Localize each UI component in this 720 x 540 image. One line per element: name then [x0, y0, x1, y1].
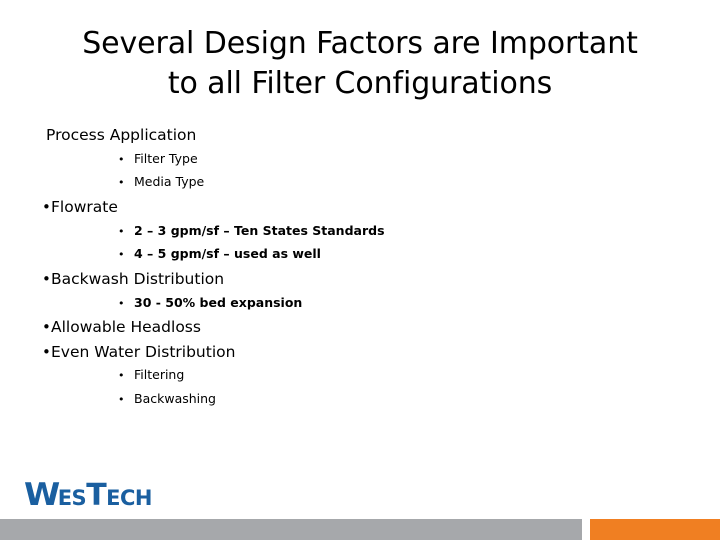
footer-bar-gray [0, 519, 582, 540]
list-item: • 30 - 50% bed expansion [36, 294, 676, 311]
list-item-label: 4 – 5 gpm/sf – used as well [134, 246, 321, 262]
logo-letters-es: ES [57, 486, 87, 510]
list-item: • Media Type [36, 176, 676, 190]
list-item: • 2 – 3 gpm/sf – Ten States Standards [36, 222, 676, 239]
page-title-line-2: to all Filter Configurations [167, 65, 553, 101]
list-item-label: Filtering [134, 367, 185, 383]
bullet-icon: • [118, 369, 125, 383]
list-item: • Even Water Distribution [36, 342, 676, 361]
list-item-label: Backwashing [134, 391, 216, 406]
list-item-label: Even Water Distribution [51, 342, 236, 361]
list-item: • Backwashing [36, 391, 676, 407]
list-item: • Allowable Headloss [36, 320, 676, 336]
bullet-icon: • [42, 270, 51, 288]
list-item: • 4 – 5 gpm/sf – used as well [36, 248, 676, 262]
list-item: • Backwash Distribution [36, 270, 676, 288]
list-item: Process Application [36, 126, 676, 144]
logo-letter-t: T [86, 478, 107, 513]
bullet-icon: • [118, 296, 125, 310]
bullet-icon: • [118, 248, 125, 262]
bullet-icon: • [42, 342, 51, 361]
list-item: • Flowrate [36, 198, 676, 216]
list-item-label: Backwash Distribution [51, 270, 225, 288]
list-item-label: 30 - 50% bed expansion [134, 294, 303, 310]
page-title-line-1: Several Design Factors are Important [82, 26, 638, 61]
bullet-icon: • [118, 152, 125, 166]
bullet-icon: • [42, 198, 51, 216]
list-item-label: Flowrate [51, 198, 118, 216]
bullet-icon: • [118, 176, 125, 190]
list-item-label: Allowable Headloss [51, 318, 201, 337]
bullet-icon: • [42, 318, 51, 337]
logo-letter-w: W [24, 477, 60, 513]
westech-logo: W ES T ECH [24, 477, 152, 513]
list-item-label: 2 – 3 gpm/sf – Ten States Standards [134, 222, 385, 238]
list-item: • Filtering [36, 369, 676, 383]
bullet-icon: • [118, 224, 125, 238]
list-item-label: Media Type [134, 174, 205, 190]
bullet-list: Process Application • Filter Type • Media Ty… [36, 126, 676, 417]
bullet-icon: • [118, 393, 125, 406]
list-item: • Filter Type [36, 150, 676, 167]
footer-bar-orange [590, 519, 720, 540]
slide-canvas: Several Design Factors are Important to … [0, 0, 720, 540]
list-item-label: Process Application [46, 126, 197, 144]
logo-letters-ech: ECH [106, 486, 152, 510]
list-item-label: Filter Type [134, 150, 198, 166]
page-title: Several Design Factors are Important to … [36, 24, 684, 103]
